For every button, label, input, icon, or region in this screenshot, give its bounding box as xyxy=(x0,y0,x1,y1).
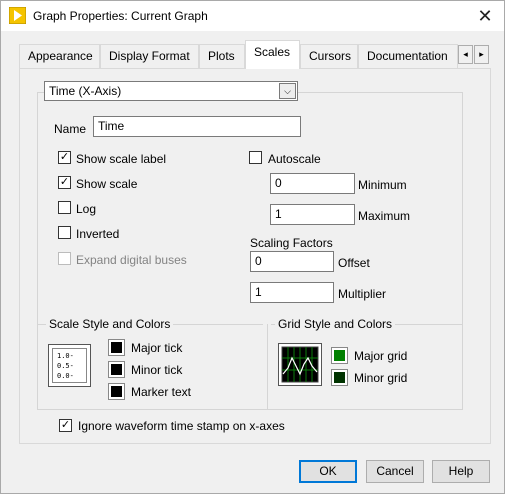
major-tick-label: Major tick xyxy=(131,341,183,355)
tab-label: Appearance xyxy=(28,49,93,63)
graph-properties-dialog: Graph Properties: Current Graph ✕ Appear… xyxy=(0,0,505,494)
scale-icon-tick: 0.5- xyxy=(57,362,74,370)
name-input[interactable]: Time xyxy=(93,116,301,137)
log-checkbox[interactable] xyxy=(58,201,71,214)
major-tick-color-swatch[interactable] xyxy=(108,339,125,356)
marker-text-color-swatch[interactable] xyxy=(108,383,125,400)
minor-tick-label: Minor tick xyxy=(131,363,183,377)
minor-grid-label: Minor grid xyxy=(354,371,408,385)
title-bar[interactable]: Graph Properties: Current Graph ✕ xyxy=(1,1,504,31)
chevron-down-icon[interactable]: ⌵ xyxy=(279,83,296,99)
tab-cursors[interactable]: Cursors xyxy=(300,44,358,68)
axis-select[interactable]: Time (X-Axis) ⌵ xyxy=(44,81,298,101)
ok-button[interactable]: OK xyxy=(299,460,357,483)
expand-digital-buses-checkbox xyxy=(58,252,71,265)
group-frame-line xyxy=(37,92,38,409)
multiplier-label: Multiplier xyxy=(338,287,387,301)
tab-plots[interactable]: Plots xyxy=(199,44,245,68)
grid-style-icon[interactable] xyxy=(278,343,322,386)
log-label: Log xyxy=(76,202,97,216)
tab-label: Scales xyxy=(254,45,291,59)
scale-icon-tick: 0.0- xyxy=(57,372,74,380)
minimum-input[interactable]: 0 xyxy=(270,173,355,194)
tab-appearance[interactable]: Appearance xyxy=(19,44,100,68)
show-scale-label: Show scale xyxy=(76,177,138,191)
offset-input[interactable]: 0 xyxy=(250,251,334,272)
minor-grid-color-swatch[interactable] xyxy=(331,369,348,386)
scaling-factors-heading: Scaling Factors xyxy=(250,236,333,250)
grid-style-heading: Grid Style and Colors xyxy=(275,317,396,331)
tab-label: Cursors xyxy=(309,49,352,63)
close-icon[interactable]: ✕ xyxy=(474,5,496,27)
tab-documentation[interactable]: Documentation xyxy=(358,44,458,68)
group-frame-line xyxy=(37,92,44,93)
help-button[interactable]: Help xyxy=(432,460,490,483)
multiplier-input[interactable]: 1 xyxy=(250,282,334,303)
ignore-timestamp-label: Ignore waveform time stamp on x-axes xyxy=(78,419,285,433)
name-label: Name xyxy=(54,122,87,136)
inverted-label: Inverted xyxy=(76,227,120,241)
scale-icon-tick: 1.0- xyxy=(57,352,74,360)
tab-label: Plots xyxy=(208,49,235,63)
minor-tick-color-swatch[interactable] xyxy=(108,361,125,378)
grid-preview-icon xyxy=(281,346,319,383)
show-scale-checkbox[interactable]: ✓ xyxy=(58,176,71,189)
tab-display-format[interactable]: Display Format xyxy=(100,44,199,68)
scale-style-heading: Scale Style and Colors xyxy=(46,317,174,331)
scale-style-icon[interactable]: 1.0- 0.5- 0.0- xyxy=(48,344,91,387)
group-divider xyxy=(267,324,268,409)
group-frame-line xyxy=(298,92,462,93)
tab-label: Display Format xyxy=(109,49,190,63)
color-fill xyxy=(111,386,122,397)
inverted-checkbox[interactable] xyxy=(58,226,71,239)
labview-app-icon xyxy=(9,7,26,24)
group-frame-line xyxy=(37,409,463,410)
autoscale-checkbox[interactable] xyxy=(249,151,262,164)
expand-digital-buses-label: Expand digital buses xyxy=(76,253,187,267)
window-title: Graph Properties: Current Graph xyxy=(33,9,208,23)
maximum-input[interactable]: 1 xyxy=(270,204,355,225)
ignore-timestamp-checkbox[interactable]: ✓ xyxy=(59,419,72,432)
marker-text-label: Marker text xyxy=(131,385,192,399)
tab-label: Documentation xyxy=(367,49,448,63)
color-fill xyxy=(111,342,122,353)
tab-scroll-right-icon[interactable]: ▸ xyxy=(474,45,489,64)
color-fill xyxy=(334,350,345,361)
maximum-label: Maximum xyxy=(358,209,411,223)
tab-scroll-left-icon[interactable]: ◂ xyxy=(458,45,473,64)
show-scale-label-checkbox[interactable]: ✓ xyxy=(58,151,71,164)
cancel-button[interactable]: Cancel xyxy=(366,460,424,483)
color-fill xyxy=(334,372,345,383)
tab-scales[interactable]: Scales xyxy=(245,40,300,69)
group-frame-line xyxy=(462,92,463,409)
show-scale-label-label: Show scale label xyxy=(76,152,167,166)
minimum-label: Minimum xyxy=(358,178,407,192)
major-grid-color-swatch[interactable] xyxy=(331,347,348,364)
offset-label: Offset xyxy=(338,256,370,270)
color-fill xyxy=(111,364,122,375)
axis-select-value: Time (X-Axis) xyxy=(49,84,122,98)
autoscale-label: Autoscale xyxy=(268,152,321,166)
major-grid-label: Major grid xyxy=(354,349,408,363)
